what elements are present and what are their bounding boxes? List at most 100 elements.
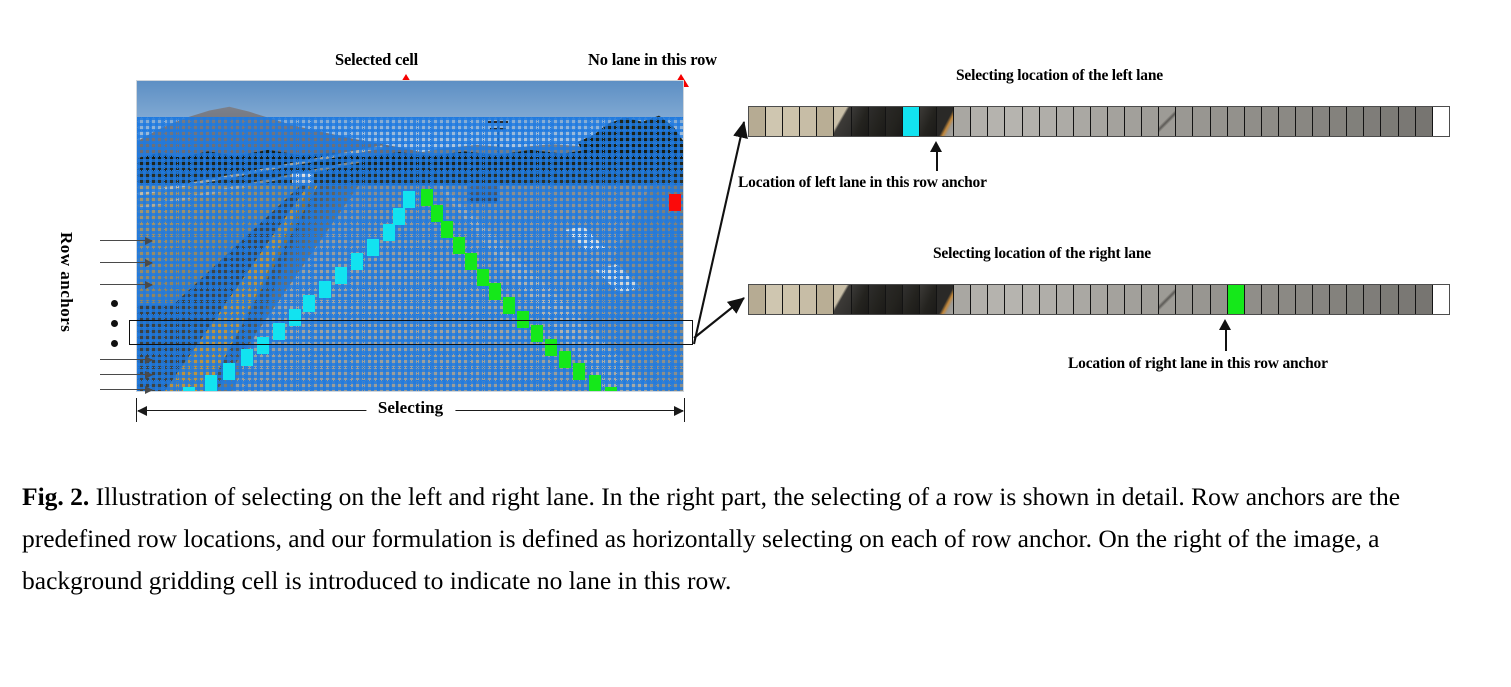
title-selecting-left-lane: Selecting location of the left lane (956, 67, 1163, 84)
strip-cell[interactable] (919, 107, 938, 136)
strip-cell-background[interactable] (1432, 285, 1449, 314)
strip-cell[interactable] (1176, 107, 1194, 136)
strip-cell[interactable] (766, 285, 784, 314)
strip-cell[interactable] (1022, 107, 1040, 136)
strip-cell-selected[interactable] (902, 107, 920, 136)
strip-cell[interactable] (954, 107, 972, 136)
strip-cell[interactable] (851, 285, 869, 314)
strip-cell[interactable] (1261, 107, 1279, 136)
strip-cell[interactable] (1278, 285, 1296, 314)
right-lane-marker (589, 375, 601, 391)
strip-cell[interactable] (1313, 285, 1331, 314)
strip-cell[interactable] (971, 107, 989, 136)
strip-cell[interactable] (1398, 285, 1416, 314)
strip-cell[interactable] (1347, 285, 1365, 314)
strip-cell[interactable] (1398, 107, 1416, 136)
strip-cell[interactable] (1125, 285, 1143, 314)
strip-cell[interactable] (1022, 285, 1040, 314)
strip-cell[interactable] (1347, 107, 1365, 136)
strip-cell[interactable] (1159, 107, 1177, 136)
grid-row-line (137, 222, 683, 224)
left-lane-marker (241, 349, 253, 366)
strip-cell[interactable] (1176, 285, 1194, 314)
strip-cell[interactable] (1005, 285, 1023, 314)
strip-cell[interactable] (1056, 107, 1074, 136)
strip-cell[interactable] (1244, 285, 1262, 314)
strip-cell[interactable] (1107, 107, 1126, 136)
strip-cell[interactable] (902, 285, 920, 314)
strip-cell[interactable] (766, 107, 784, 136)
figure-number: Fig. 2. (22, 482, 90, 511)
strip-cell[interactable] (1227, 107, 1245, 136)
strip-cell[interactable] (1005, 107, 1023, 136)
strip-cell[interactable] (851, 107, 869, 136)
strip-cell[interactable] (1193, 107, 1211, 136)
strip-cell[interactable] (885, 107, 903, 136)
strip-cell[interactable] (1039, 107, 1057, 136)
strip-cell[interactable] (1210, 285, 1228, 314)
grid-column-line (163, 117, 165, 391)
strip-cell[interactable] (1125, 107, 1143, 136)
strip-cell[interactable] (1415, 107, 1433, 136)
strip-cell[interactable] (1056, 285, 1074, 314)
strip-cell[interactable] (1330, 285, 1348, 314)
grid-column-line (310, 117, 312, 391)
strip-cell[interactable] (1364, 107, 1382, 136)
strip-cell[interactable] (1090, 285, 1108, 314)
strip-cell[interactable] (1073, 107, 1091, 136)
strip-cell[interactable] (783, 285, 801, 314)
strip-cell[interactable] (800, 107, 818, 136)
strip-cell[interactable] (971, 285, 989, 314)
right-lane-cell-strip (748, 284, 1450, 315)
strip-cell[interactable] (1073, 285, 1091, 314)
strip-cell[interactable] (817, 285, 835, 314)
strip-cell[interactable] (1142, 285, 1160, 314)
grid-row-line (137, 182, 683, 184)
strip-cell[interactable] (988, 285, 1006, 314)
strip-cell[interactable] (1330, 107, 1348, 136)
strip-cell[interactable] (1210, 107, 1228, 136)
strip-cell[interactable] (988, 107, 1006, 136)
right-lane-marker (559, 351, 571, 368)
strip-cell[interactable] (1381, 285, 1399, 314)
grid-row-line (137, 301, 683, 302)
strip-cell[interactable] (954, 285, 972, 314)
strip-cell[interactable] (834, 107, 852, 136)
strip-cell[interactable] (868, 107, 886, 136)
strip-cell[interactable] (1278, 107, 1296, 136)
measure-cap-right (684, 398, 685, 422)
strip-cell[interactable] (834, 285, 852, 314)
strip-cell[interactable] (1364, 285, 1382, 314)
right-lane-marker (477, 269, 489, 286)
strip-cell[interactable] (1090, 107, 1108, 136)
strip-cell[interactable] (783, 107, 801, 136)
left-lane-marker (223, 363, 235, 380)
grid-column-line (216, 117, 218, 391)
strip-cell[interactable] (1296, 107, 1314, 136)
row-anchor-dot-3 (111, 340, 118, 347)
strip-cell[interactable] (1296, 285, 1314, 314)
strip-cell[interactable] (1193, 285, 1211, 314)
strip-cell[interactable] (937, 285, 955, 314)
strip-cell-background[interactable] (1432, 107, 1449, 136)
strip-cell[interactable] (1381, 107, 1399, 136)
strip-cell[interactable] (1415, 285, 1433, 314)
strip-cell[interactable] (749, 285, 767, 314)
strip-cell[interactable] (937, 107, 955, 136)
strip-cell[interactable] (1107, 285, 1126, 314)
strip-cell-selected[interactable] (1227, 285, 1245, 314)
strip-cell[interactable] (1039, 285, 1057, 314)
strip-cell[interactable] (919, 285, 938, 314)
strip-cell[interactable] (1142, 107, 1160, 136)
strip-cell[interactable] (885, 285, 903, 314)
strip-cell[interactable] (749, 107, 767, 136)
strip-cell[interactable] (1313, 107, 1331, 136)
grid-column-line (629, 117, 631, 391)
strip-cell[interactable] (800, 285, 818, 314)
strip-cell[interactable] (817, 107, 835, 136)
strip-cell[interactable] (1244, 107, 1262, 136)
strip-cell[interactable] (1261, 285, 1279, 314)
strip-cell[interactable] (1159, 285, 1177, 314)
grid-column-line (616, 117, 618, 391)
strip-cell[interactable] (868, 285, 886, 314)
